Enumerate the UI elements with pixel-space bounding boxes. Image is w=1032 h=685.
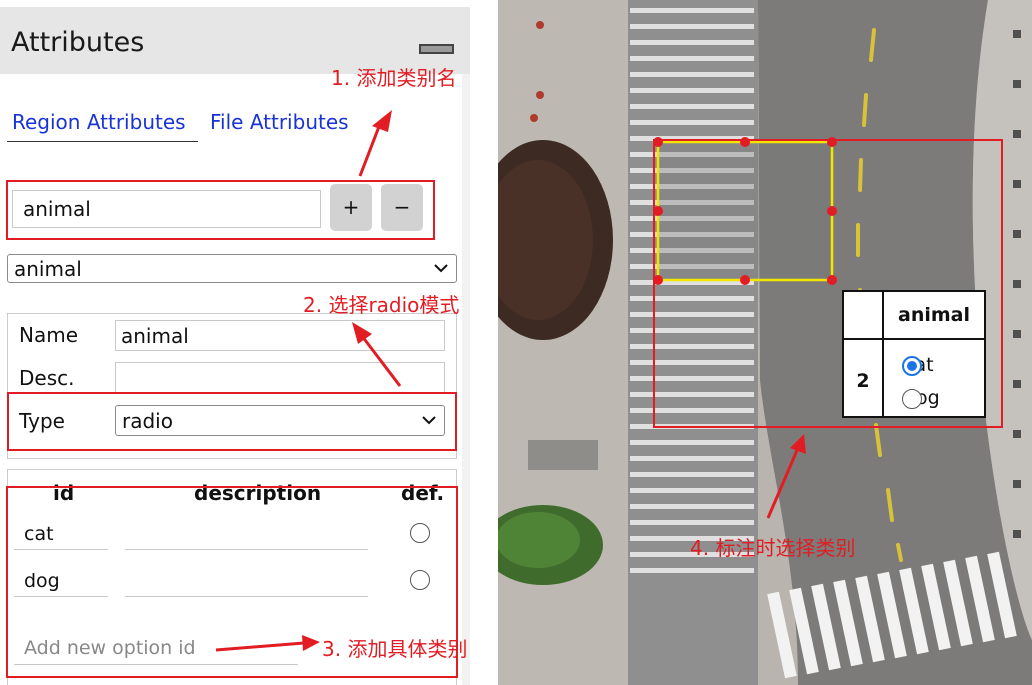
attribute-select-value: animal bbox=[14, 256, 82, 281]
panel-scroll-edge bbox=[462, 74, 470, 685]
tab-region-attributes[interactable]: Region Attributes bbox=[12, 110, 186, 134]
popup-divider bbox=[844, 338, 984, 340]
column-header-description: description bbox=[194, 481, 322, 505]
option-description-field[interactable] bbox=[125, 566, 368, 597]
name-field[interactable] bbox=[115, 320, 445, 351]
remove-attribute-button[interactable]: − bbox=[381, 184, 423, 231]
desc-label: Desc. bbox=[19, 366, 75, 390]
annotation-step-2: 2. 选择radio模式 bbox=[303, 293, 460, 317]
attribute-name-input[interactable] bbox=[12, 190, 321, 228]
type-select-value: radio bbox=[122, 408, 173, 433]
attributes-panel: Attributes Region Attributes File Attrib… bbox=[0, 0, 470, 685]
column-header-default: def. bbox=[401, 481, 445, 505]
chevron-down-icon bbox=[434, 263, 448, 272]
column-header-id: id bbox=[53, 481, 75, 505]
chevron-down-icon bbox=[422, 415, 436, 424]
option-default-radio[interactable] bbox=[410, 523, 430, 543]
annotation-step-3: 3. 添加具体类别 bbox=[322, 637, 468, 661]
popup-radio-cat-selected[interactable] bbox=[902, 356, 922, 376]
panel-title: Attributes bbox=[11, 27, 145, 58]
option-id-field[interactable]: dog bbox=[14, 566, 108, 597]
attribute-select[interactable]: animal bbox=[7, 254, 457, 283]
add-attribute-button[interactable]: + bbox=[330, 184, 372, 231]
popup-radio-dog[interactable] bbox=[902, 389, 922, 409]
popup-header: animal bbox=[898, 304, 970, 326]
collapse-icon[interactable] bbox=[419, 44, 454, 54]
annotation-step-4: 4. 标注时选择类别 bbox=[690, 536, 856, 560]
option-id-field[interactable]: cat bbox=[14, 519, 108, 550]
option-description-field[interactable] bbox=[125, 519, 368, 550]
description-field[interactable] bbox=[115, 362, 445, 393]
option-default-radio[interactable] bbox=[410, 570, 430, 590]
type-label: Type bbox=[19, 409, 65, 433]
popup-region-id: 2 bbox=[856, 370, 870, 392]
type-select[interactable]: radio bbox=[115, 405, 445, 436]
active-tab-underline bbox=[7, 141, 198, 142]
name-label: Name bbox=[19, 323, 79, 347]
tab-file-attributes[interactable]: File Attributes bbox=[210, 110, 349, 134]
new-option-id-input[interactable] bbox=[14, 632, 298, 665]
annotation-step-1: 1. 添加类别名 bbox=[331, 66, 457, 90]
